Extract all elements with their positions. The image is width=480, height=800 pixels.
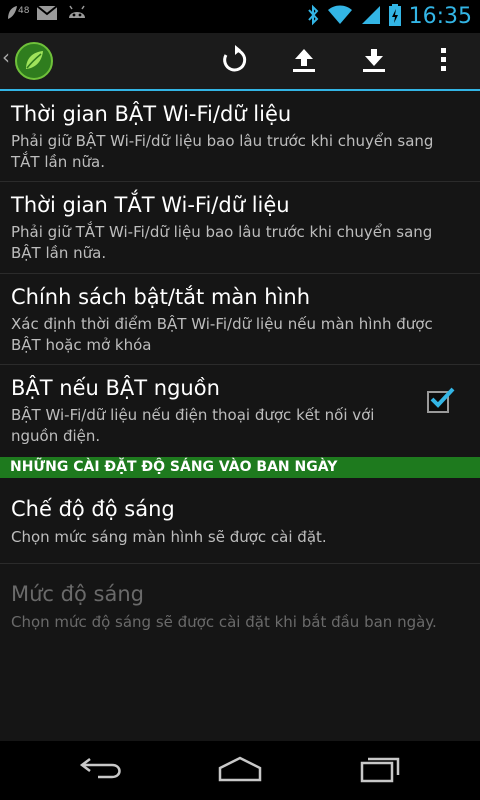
setting-subtitle: Xác định thời điểm BẬT Wi-Fi/dữ liệu nếu… xyxy=(11,315,433,354)
overflow-menu-button[interactable] xyxy=(422,41,466,83)
nav-back-button[interactable] xyxy=(75,755,125,787)
setting-brightness-mode[interactable]: Chế độ độ sáng Chọn mức sáng màn hình sẽ… xyxy=(0,478,480,564)
setting-subtitle: Chọn mức sáng màn hình sẽ được cài đặt. xyxy=(11,528,327,546)
download-button[interactable] xyxy=(352,41,396,83)
setting-subtitle: BẬT Wi-Fi/dữ liệu nếu điện thoại được kế… xyxy=(11,406,375,445)
setting-title: Chế độ độ sáng xyxy=(11,497,175,521)
android-icon xyxy=(66,4,88,26)
setting-subtitle: Phải giữ BẬT Wi-Fi/dữ liệu bao lâu trước… xyxy=(11,132,434,171)
notification-count: 48 xyxy=(18,6,30,16)
navigation-bar xyxy=(0,741,480,800)
setting-title: Thời gian TẮT Wi-Fi/dữ liệu xyxy=(11,193,290,217)
upload-icon xyxy=(290,46,318,78)
action-bar: ‹ xyxy=(0,33,480,91)
setting-wifi-off-time[interactable]: Thời gian TẮT Wi-Fi/dữ liệu Phải giữ TẮT… xyxy=(0,182,480,274)
setting-title: Thời gian BẬT Wi-Fi/dữ liệu xyxy=(11,102,292,126)
recent-apps-icon xyxy=(358,755,402,787)
setting-title: Mức độ sáng xyxy=(11,582,144,606)
power-checkbox[interactable] xyxy=(427,387,455,413)
battery-charging-icon xyxy=(388,3,401,30)
settings-list: Thời gian BẬT Wi-Fi/dữ liệu Phải giữ BẬT… xyxy=(0,91,480,741)
leaf-notification-icon xyxy=(6,5,18,25)
section-header-brightness: NHỮNG CÀI ĐẶT ĐỘ SÁNG VÀO BAN NGÀY xyxy=(0,457,480,478)
setting-brightness-level: Mức độ sáng Chọn mức độ sáng sẽ được cài… xyxy=(0,564,480,644)
refresh-button[interactable] xyxy=(213,41,257,83)
setting-on-when-powered[interactable]: BẬT nếu BẬT nguồn BẬT Wi-Fi/dữ liệu nếu … xyxy=(0,365,480,457)
gmail-icon xyxy=(36,5,58,25)
upload-button[interactable] xyxy=(282,41,326,83)
wifi-icon xyxy=(327,5,353,29)
app-logo-icon[interactable] xyxy=(14,41,54,81)
refresh-icon xyxy=(220,45,250,79)
setting-title: Chính sách bật/tắt màn hình xyxy=(11,285,311,309)
setting-screen-policy[interactable]: Chính sách bật/tắt màn hình Xác định thờ… xyxy=(0,274,480,365)
status-time: 16:35 xyxy=(408,4,472,29)
setting-subtitle: Chọn mức độ sáng sẽ được cài đặt khi bắt… xyxy=(11,613,437,631)
nav-recent-apps-button[interactable] xyxy=(355,755,405,787)
setting-title: BẬT nếu BẬT nguồn xyxy=(11,376,220,400)
nav-home-button[interactable] xyxy=(215,755,265,787)
status-bar: 48 16:35 xyxy=(0,0,480,33)
back-chevron-icon[interactable]: ‹ xyxy=(2,45,10,69)
bluetooth-icon xyxy=(307,4,319,30)
download-icon xyxy=(360,46,388,78)
setting-subtitle: Phải giữ TẮT Wi-Fi/dữ liệu bao lâu trước… xyxy=(11,223,433,262)
back-icon xyxy=(78,757,122,785)
overflow-menu-icon xyxy=(440,46,448,78)
setting-wifi-on-time[interactable]: Thời gian BẬT Wi-Fi/dữ liệu Phải giữ BẬT… xyxy=(0,91,480,182)
home-icon xyxy=(216,756,264,786)
signal-icon xyxy=(361,5,381,29)
